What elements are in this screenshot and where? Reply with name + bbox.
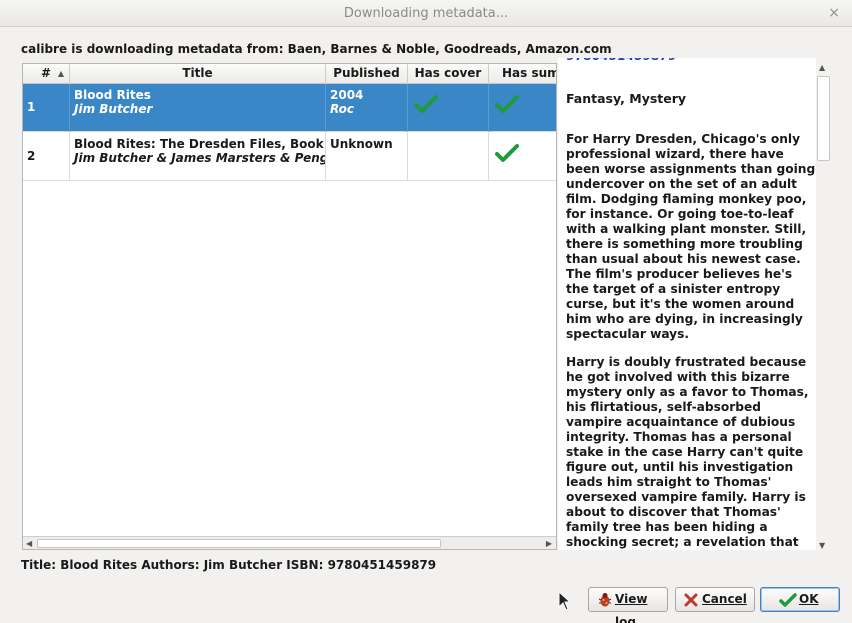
window-titlebar: Downloading metadata... × — [0, 0, 852, 27]
row-number: 1 — [23, 84, 70, 132]
ok-button[interactable]: OK — [760, 587, 840, 612]
check-icon — [495, 95, 519, 113]
table-row[interactable]: 1 Blood Rites Jim Butcher 2004 Roc — [23, 84, 556, 132]
bug-icon — [598, 593, 612, 607]
description-panel[interactable]: 9780451459879 Fantasy, Mystery For Harry… — [558, 58, 816, 550]
column-header-has-cover[interactable]: Has cover — [408, 64, 489, 84]
view-log-label: View log — [615, 592, 648, 623]
row-title: Blood Rites: The Dresden Files, Book 6 — [74, 137, 326, 151]
column-header-num[interactable]: # ▲ — [23, 64, 70, 84]
horizontal-scrollbar[interactable]: ◀ ▶ — [23, 536, 556, 549]
mouse-cursor-icon — [558, 591, 572, 611]
scrollbar-thumb[interactable] — [817, 76, 830, 161]
row-published: 2004 — [330, 88, 364, 102]
column-header-title[interactable]: Title — [70, 64, 326, 84]
column-header-published[interactable]: Published — [326, 64, 408, 84]
scroll-left-icon[interactable]: ◀ — [26, 537, 32, 549]
check-icon — [495, 144, 519, 162]
selected-summary: Title: Blood Rites Authors: Jim Butcher … — [21, 558, 437, 572]
row-author: Jim Butcher & James Marsters & Penguin A… — [74, 151, 325, 165]
row-publisher: Roc — [330, 102, 354, 116]
table-row[interactable]: 2 Blood Rites: The Dresden Files, Book 6… — [23, 133, 556, 181]
row-has-cover-empty — [408, 133, 489, 181]
scrollbar-thumb[interactable] — [37, 539, 441, 548]
window-title: Downloading metadata... — [343, 6, 509, 21]
cancel-x-icon — [684, 593, 698, 607]
row-number: 2 — [23, 133, 70, 181]
description-paragraph: Harry is doubly frustrated because he go… — [566, 355, 809, 549]
row-title: Blood Rites — [74, 88, 151, 102]
row-published: Unknown — [330, 137, 393, 151]
close-icon[interactable]: × — [828, 0, 840, 27]
scroll-up-icon[interactable]: ▲ — [819, 63, 825, 72]
description-paragraph: For Harry Dresden, Chicago's only profes… — [566, 132, 816, 341]
scroll-down-icon[interactable]: ▼ — [819, 541, 825, 550]
sort-ascending-icon: ▲ — [57, 69, 64, 78]
cancel-label: Cancel — [702, 592, 747, 606]
check-icon — [779, 593, 797, 607]
results-table[interactable]: # ▲ Title Published Has cover Has summar… — [22, 63, 557, 550]
cancel-button[interactable]: Cancel — [675, 587, 755, 612]
tags-text: Fantasy, Mystery — [566, 91, 687, 106]
ok-label: OK — [799, 592, 819, 606]
vertical-scrollbar[interactable]: ▲ ▼ — [816, 63, 831, 550]
table-header: # ▲ Title Published Has cover Has summar… — [23, 64, 556, 84]
status-text: calibre is downloading metadata from: Ba… — [21, 42, 612, 56]
column-header-has-summary[interactable]: Has summary — [489, 64, 556, 84]
check-icon — [414, 95, 438, 113]
scroll-right-icon[interactable]: ▶ — [546, 537, 552, 549]
isbn-text: 9780451459879 — [566, 58, 816, 63]
row-author: Jim Butcher — [74, 102, 153, 116]
view-log-button[interactable]: View log — [588, 587, 668, 623]
